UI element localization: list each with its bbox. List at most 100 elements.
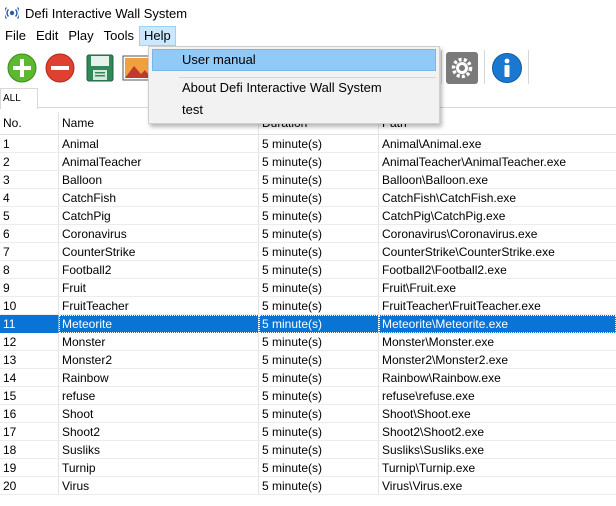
table-row[interactable]: 2 AnimalTeacher 5 minute(s) AnimalTeacher\A… (0, 153, 616, 171)
settings-icon[interactable] (446, 52, 478, 84)
menu-file[interactable]: File (0, 26, 31, 46)
menu-help[interactable]: Help (139, 26, 176, 46)
cell-duration: 5 minute(s) (259, 189, 379, 207)
cell-duration: 5 minute(s) (259, 459, 379, 477)
cell-path: Monster2\Monster2.exe (379, 351, 616, 369)
cell-name: Shoot (59, 405, 259, 423)
table-row[interactable]: 18 Susliks 5 minute(s) Susliks\Susliks.exe (0, 441, 616, 459)
cell-duration: 5 minute(s) (259, 441, 379, 459)
table-row[interactable]: 17 Shoot2 5 minute(s) Shoot2\Shoot2.exe (0, 423, 616, 441)
cell-name: Monster (59, 333, 259, 351)
table-row[interactable]: 16 Shoot 5 minute(s) Shoot\Shoot.exe (0, 405, 616, 423)
cell-duration: 5 minute(s) (259, 243, 379, 261)
cell-path: refuse\refuse.exe (379, 387, 616, 405)
save-icon[interactable] (84, 52, 116, 84)
cell-no: 9 (0, 279, 59, 297)
cell-path: CatchFish\CatchFish.exe (379, 189, 616, 207)
menu-item-user-manual[interactable]: User manual (152, 49, 436, 71)
cell-no: 4 (0, 189, 59, 207)
cell-duration: 5 minute(s) (259, 153, 379, 171)
app-radio-icon (5, 7, 19, 19)
cell-path: Meteorite\Meteorite.exe (379, 315, 616, 333)
column-header-no[interactable]: No. (0, 112, 59, 135)
help-menu-dropdown: User manual About Defi Interactive Wall … (148, 46, 440, 124)
cell-name: CounterStrike (59, 243, 259, 261)
cell-name: Turnip (59, 459, 259, 477)
cell-no: 19 (0, 459, 59, 477)
menu-item-about[interactable]: About Defi Interactive Wall System (152, 77, 436, 99)
cell-no: 5 (0, 207, 59, 225)
window-title: Defi Interactive Wall System (25, 5, 188, 21)
cell-no: 2 (0, 153, 59, 171)
cell-duration: 5 minute(s) (259, 225, 379, 243)
cell-no: 17 (0, 423, 59, 441)
table-row[interactable]: 10 FruitTeacher 5 minute(s) FruitTeacher\Fr… (0, 297, 616, 315)
tab-all[interactable]: ALL (0, 88, 38, 109)
table-row[interactable]: 1 Animal 5 minute(s) Animal\Animal.exe (0, 135, 616, 153)
cell-duration: 5 minute(s) (259, 297, 379, 315)
cell-path: Balloon\Balloon.exe (379, 171, 616, 189)
table-row[interactable]: 4 CatchFish 5 minute(s) CatchFish\CatchFish… (0, 189, 616, 207)
remove-icon[interactable] (44, 52, 76, 84)
cell-path: Shoot\Shoot.exe (379, 405, 616, 423)
table-row[interactable]: 20 Virus 5 minute(s) Virus\Virus.exe (0, 477, 616, 495)
cell-name: Shoot2 (59, 423, 259, 441)
cell-no: 8 (0, 261, 59, 279)
toolbar-separator (441, 50, 442, 84)
menu-bar: File Edit Play Tools Help (0, 26, 616, 46)
cell-no: 3 (0, 171, 59, 189)
cell-path: Turnip\Turnip.exe (379, 459, 616, 477)
table-row[interactable]: 9 Fruit 5 minute(s) Fruit\Fruit.exe (0, 279, 616, 297)
cell-name: Balloon (59, 171, 259, 189)
menu-tools[interactable]: Tools (99, 26, 139, 46)
table-row[interactable]: 6 Coronavirus 5 minute(s) Coronavirus\Coron… (0, 225, 616, 243)
menu-edit[interactable]: Edit (31, 26, 63, 46)
cell-no: 20 (0, 477, 59, 495)
table-row[interactable]: 8 Football2 5 minute(s) Football2\Football2… (0, 261, 616, 279)
add-icon[interactable] (6, 52, 38, 84)
cell-duration: 5 minute(s) (259, 477, 379, 495)
table-row[interactable]: 14 Rainbow 5 minute(s) Rainbow\Rainbow.exe (0, 369, 616, 387)
cell-path: Monster\Monster.exe (379, 333, 616, 351)
cell-no: 7 (0, 243, 59, 261)
cell-path: Football2\Football2.exe (379, 261, 616, 279)
cell-path: CatchPig\CatchPig.exe (379, 207, 616, 225)
cell-duration: 5 minute(s) (259, 279, 379, 297)
cell-duration: 5 minute(s) (259, 423, 379, 441)
cell-duration: 5 minute(s) (259, 405, 379, 423)
table-row[interactable]: 19 Turnip 5 minute(s) Turnip\Turnip.exe (0, 459, 616, 477)
cell-no: 6 (0, 225, 59, 243)
info-icon[interactable] (491, 52, 523, 84)
cell-path: Shoot2\Shoot2.exe (379, 423, 616, 441)
table-row[interactable]: 12 Monster 5 minute(s) Monster\Monster.exe (0, 333, 616, 351)
table-row[interactable]: 11 Meteorite 5 minute(s) Meteorite\Meteorit… (0, 315, 616, 333)
cell-name: Meteorite (59, 315, 259, 333)
cell-name: Rainbow (59, 369, 259, 387)
programs-table: No. Name Duration Path 1Animal5 minute(s… (0, 112, 616, 506)
cell-name: refuse (59, 387, 259, 405)
cell-no: 11 (0, 315, 59, 333)
cell-duration: 5 minute(s) (259, 387, 379, 405)
table-row[interactable]: 3 Balloon 5 minute(s) Balloon\Balloon.exe (0, 171, 616, 189)
cell-name: Animal (59, 135, 259, 153)
cell-name: Virus (59, 477, 259, 495)
cell-path: CounterStrike\CounterStrike.exe (379, 243, 616, 261)
table-row[interactable]: 13 Monster2 5 minute(s) Monster2\Monster2.e… (0, 351, 616, 369)
cell-name: CatchPig (59, 207, 259, 225)
cell-no: 10 (0, 297, 59, 315)
toolbar-separator (484, 50, 485, 84)
cell-path: Coronavirus\Coronavirus.exe (379, 225, 616, 243)
table-row[interactable]: 15 refuse 5 minute(s) refuse\refuse.exe (0, 387, 616, 405)
cell-no: 16 (0, 405, 59, 423)
menu-item-test[interactable]: test (152, 99, 436, 121)
table-row[interactable]: 7 CounterStrike 5 minute(s) CounterStrike\C… (0, 243, 616, 261)
cell-name: Coronavirus (59, 225, 259, 243)
cell-path: FruitTeacher\FruitTeacher.exe (379, 297, 616, 315)
cell-duration: 5 minute(s) (259, 351, 379, 369)
table-row[interactable]: 5 CatchPig 5 minute(s) CatchPig\CatchPig.ex… (0, 207, 616, 225)
cell-duration: 5 minute(s) (259, 333, 379, 351)
cell-name: AnimalTeacher (59, 153, 259, 171)
menu-play[interactable]: Play (63, 26, 98, 46)
cell-no: 15 (0, 387, 59, 405)
cell-no: 18 (0, 441, 59, 459)
